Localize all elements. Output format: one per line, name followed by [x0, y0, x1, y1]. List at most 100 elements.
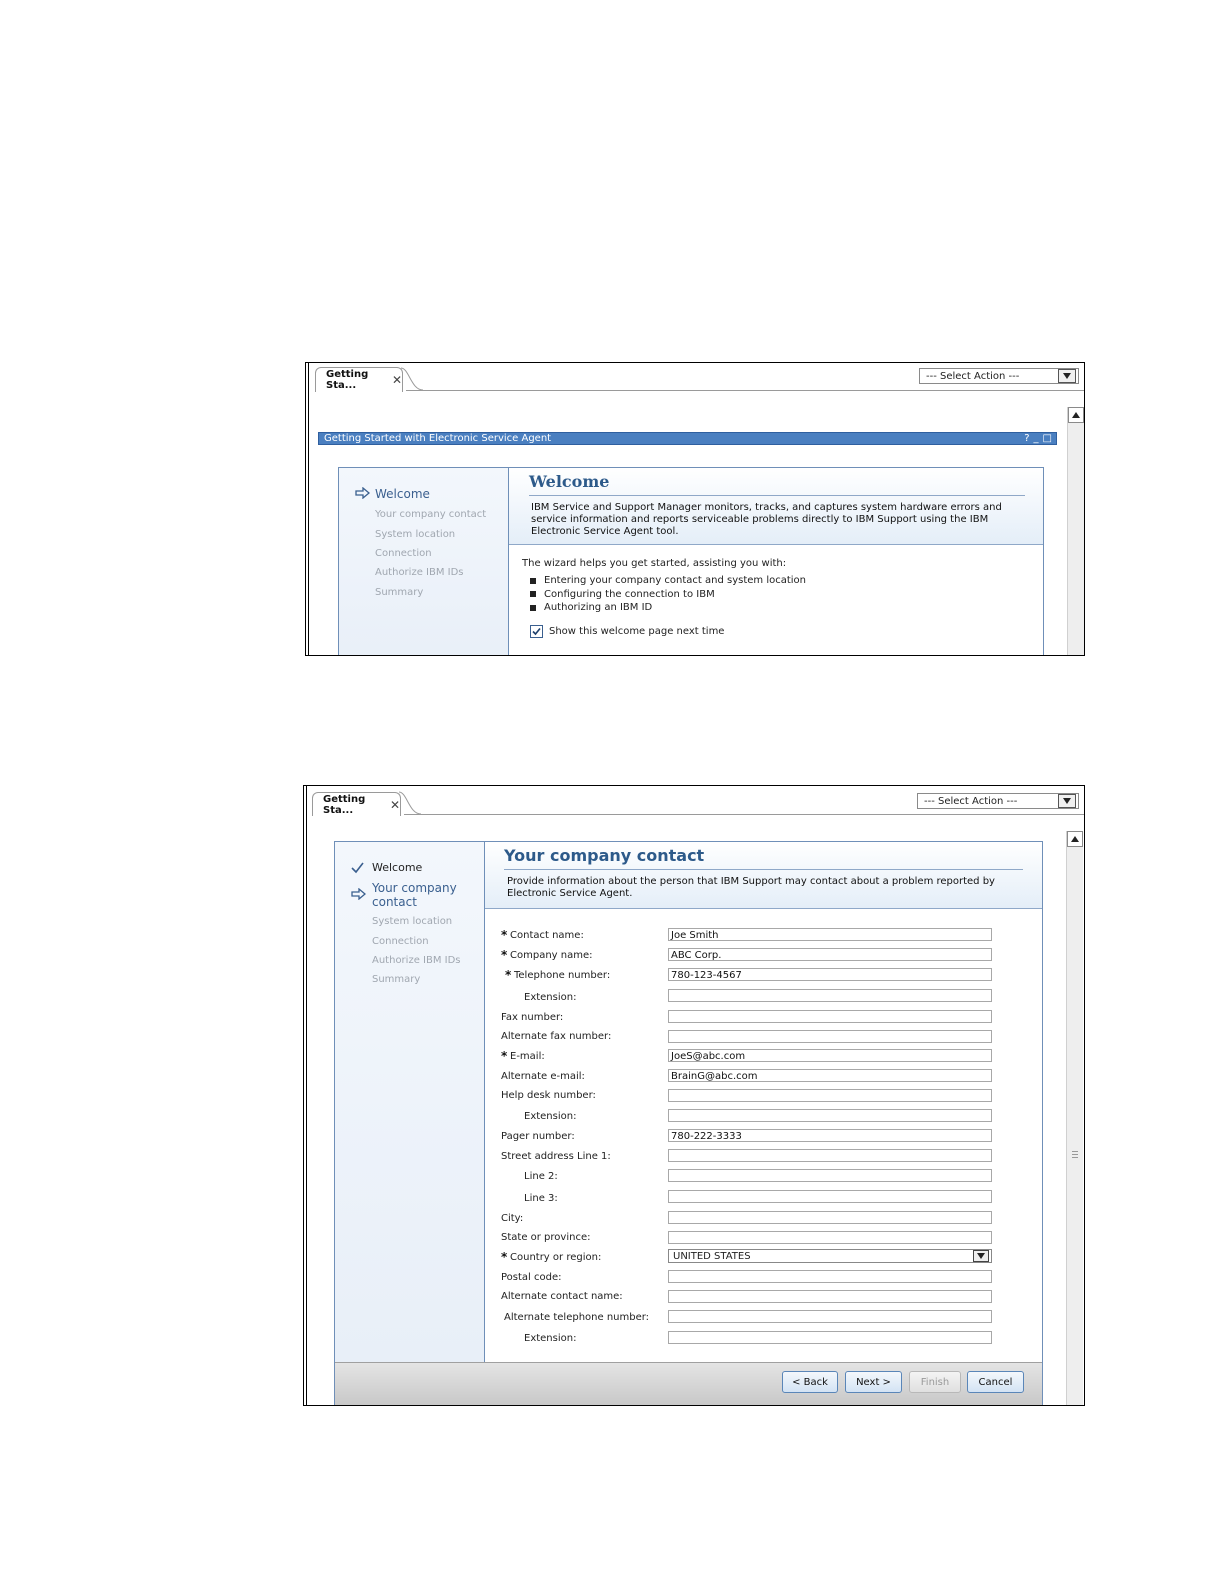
screenshot-company-contact: Getting Sta... ✕ --- Select Action --- W… — [303, 785, 1085, 1406]
arrow-right-icon — [355, 487, 370, 499]
bullet-item: Configuring the connection to IBM — [544, 589, 715, 600]
nav-item-system-location[interactable]: System location — [375, 529, 455, 540]
company-name-label: Company name: — [510, 950, 593, 961]
email-label: E-mail: — [510, 1051, 545, 1062]
welcome-header: Welcome IBM Service and Support Manager … — [509, 468, 1043, 545]
wizard-nav: Welcome Your company contact System loca… — [339, 468, 509, 655]
telephone-number-field[interactable]: 780-123-4567 — [668, 968, 992, 981]
state-province-field[interactable] — [668, 1231, 992, 1244]
street-line1-field[interactable] — [668, 1149, 992, 1162]
nav-item-welcome[interactable]: Welcome — [375, 487, 430, 501]
tab-curve — [399, 791, 421, 815]
checkmark-icon — [351, 862, 364, 874]
portlet-title: Getting Started with Electronic Service … — [324, 433, 552, 444]
back-button[interactable]: < Back — [782, 1371, 838, 1393]
page-description: Provide information about the person tha… — [507, 876, 995, 899]
country-region-select[interactable]: UNITED STATES — [668, 1249, 992, 1263]
nav-item-authorize-ibm-ids[interactable]: Authorize IBM IDs — [375, 567, 464, 578]
alternate-contact-name-label: Alternate contact name: — [501, 1291, 623, 1302]
help-desk-extension-label: Extension: — [524, 1111, 577, 1122]
help-desk-extension-field[interactable] — [668, 1109, 992, 1122]
tab-label: Getting Sta... — [326, 369, 369, 391]
select-action-dropdown[interactable]: --- Select Action --- — [917, 793, 1079, 809]
nav-item-summary[interactable]: Summary — [375, 587, 423, 598]
pager-number-label: Pager number: — [501, 1131, 575, 1142]
pager-number-field[interactable]: 780-222-3333 — [668, 1129, 992, 1142]
cancel-button[interactable]: Cancel — [967, 1371, 1024, 1393]
country-region-value: UNITED STATES — [673, 1250, 751, 1262]
nav-item-summary[interactable]: Summary — [372, 974, 420, 985]
alternate-email-label: Alternate e-mail: — [501, 1071, 585, 1082]
tab-getting-started[interactable]: Getting Sta... ✕ — [315, 367, 403, 392]
required-marker: * — [501, 1250, 508, 1264]
page-description: IBM Service and Support Manager monitors… — [531, 502, 1002, 537]
select-action-text: --- Select Action --- — [924, 795, 1018, 807]
select-action-dropdown[interactable]: --- Select Action --- — [919, 368, 1079, 384]
contact-name-field[interactable]: Joe Smith — [668, 928, 992, 941]
minimize-icon[interactable]: _ — [1034, 433, 1039, 444]
help-desk-number-field[interactable] — [668, 1089, 992, 1102]
maximize-icon[interactable]: □ — [1043, 433, 1052, 444]
street-line3-field[interactable] — [668, 1190, 992, 1203]
state-province-label: State or province: — [501, 1232, 591, 1243]
required-marker: * — [501, 948, 508, 962]
scroll-up-arrow-icon[interactable] — [1067, 831, 1083, 847]
nav-item-company-contact[interactable]: Your company contact — [372, 881, 472, 909]
postal-code-field[interactable] — [668, 1270, 992, 1283]
alternate-email-field[interactable]: BrainG@abc.com — [668, 1069, 992, 1082]
email-field[interactable]: JoeS@abc.com — [668, 1049, 992, 1062]
nav-item-connection[interactable]: Connection — [375, 548, 432, 559]
wizard-button-bar: < Back Next > Finish Cancel — [335, 1362, 1042, 1405]
nav-item-company-contact-label: Your company contact — [372, 881, 457, 909]
chevron-down-icon[interactable] — [973, 1250, 989, 1262]
bullet-marker — [530, 578, 536, 584]
street-line2-field[interactable] — [668, 1169, 992, 1182]
show-welcome-checkbox[interactable] — [530, 625, 543, 638]
alternate-extension-field[interactable] — [668, 1331, 992, 1344]
frame-edge — [308, 363, 309, 655]
extension-field[interactable] — [668, 989, 992, 1002]
alternate-telephone-field[interactable] — [668, 1310, 992, 1323]
city-label: City: — [501, 1213, 524, 1224]
city-field[interactable] — [668, 1211, 992, 1224]
scrollbar-grip-icon[interactable] — [1072, 1151, 1078, 1159]
tab-strip-line — [406, 390, 1084, 391]
postal-code-label: Postal code: — [501, 1272, 562, 1283]
alternate-extension-label: Extension: — [524, 1333, 577, 1344]
next-button[interactable]: Next > — [845, 1371, 902, 1393]
select-action-text: --- Select Action --- — [926, 370, 1020, 382]
street-line2-label: Line 2: — [524, 1171, 558, 1182]
intro-text: The wizard helps you get started, assist… — [522, 558, 787, 569]
nav-item-company-contact[interactable]: Your company contact — [375, 509, 486, 520]
wizard-nav: Welcome Your company contact System loca… — [335, 842, 485, 1362]
street-line3-label: Line 3: — [524, 1193, 558, 1204]
frame-edge — [306, 786, 307, 1405]
vertical-scrollbar[interactable] — [1067, 407, 1084, 655]
fax-number-field[interactable] — [668, 1010, 992, 1023]
alternate-fax-number-field[interactable] — [668, 1030, 992, 1043]
nav-item-connection[interactable]: Connection — [372, 936, 429, 947]
chevron-down-icon[interactable] — [1058, 369, 1076, 383]
scroll-up-arrow-icon[interactable] — [1068, 407, 1084, 423]
tab-strip-line — [404, 814, 1084, 815]
nav-item-system-location[interactable]: System location — [372, 916, 452, 927]
required-marker: * — [501, 928, 508, 942]
company-name-field[interactable]: ABC Corp. — [668, 948, 992, 961]
chevron-down-icon[interactable] — [1058, 794, 1076, 808]
bullet-item: Entering your company contact and system… — [544, 575, 807, 586]
nav-item-welcome[interactable]: Welcome — [372, 861, 422, 874]
contact-header: Your company contact Provide information… — [485, 842, 1042, 909]
finish-button[interactable]: Finish — [909, 1371, 961, 1393]
vertical-scrollbar[interactable] — [1066, 831, 1083, 1405]
tab-getting-started[interactable]: Getting Sta... ✕ — [312, 792, 401, 816]
show-welcome-label: Show this welcome page next time — [549, 626, 725, 637]
nav-item-authorize-ibm-ids[interactable]: Authorize IBM IDs — [372, 955, 461, 966]
alternate-fax-number-label: Alternate fax number: — [501, 1031, 612, 1042]
bullet-marker — [530, 605, 536, 611]
alternate-contact-name-field[interactable] — [668, 1290, 992, 1303]
help-icon[interactable]: ? — [1024, 433, 1029, 444]
tab-curve — [401, 367, 423, 391]
bullet-marker — [530, 591, 536, 597]
required-marker: * — [505, 968, 512, 982]
country-region-label: Country or region: — [510, 1252, 602, 1263]
